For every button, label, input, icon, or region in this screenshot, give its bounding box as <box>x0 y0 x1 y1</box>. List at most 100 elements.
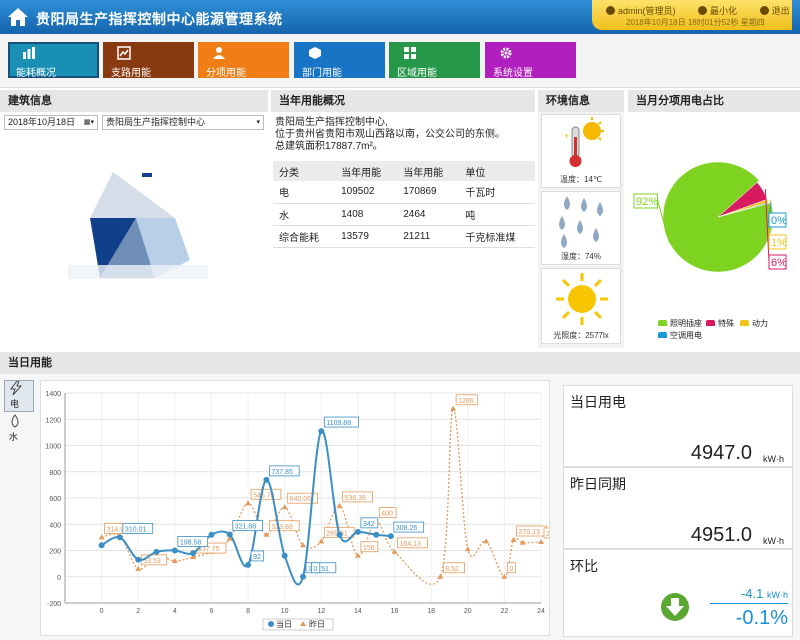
annual-title: 当年用能概况 <box>271 90 535 112</box>
data-label: 156 <box>363 545 375 552</box>
table-cell: 109502 <box>335 181 398 204</box>
nav-label: 能耗概况 <box>16 68 56 79</box>
annual-table: 分类 当年用能 当年用能 单位 电 109502 170869 千瓦时 水 14… <box>273 161 535 248</box>
building-select[interactable]: 贵阳局生产指挥控制中心 ▾ <box>102 115 264 130</box>
data-label: 270.13 <box>519 529 541 536</box>
monthly-split-panel: 92% 6% 1% 0% 照明插座 特殊 动力 空调用电 <box>628 112 800 348</box>
data-label: 1286 <box>458 398 474 405</box>
table-row: 电 109502 170869 千瓦时 <box>273 181 535 204</box>
chevron-down-icon: ▾ <box>256 119 260 126</box>
building-description: 贵阳局生产指挥控制中心, 位于贵州省贵阳市观山西路以南，公交公司的东侧。 总建筑… <box>275 117 505 152</box>
data-label: 321.88 <box>235 523 257 530</box>
data-label: 400 <box>381 511 393 518</box>
data-label: 323.88 <box>271 524 293 531</box>
minimize-link[interactable]: 最小化 <box>698 6 747 16</box>
user-box: admin(管理员) 最小化 退出 2018年10月18日 18时01分52秒 … <box>592 0 792 30</box>
date-picker[interactable]: 2018年10月18日 ▦▾ <box>4 115 98 130</box>
overview-icon <box>23 47 35 59</box>
data-point <box>208 531 215 538</box>
table-cell: 千瓦时 <box>459 181 535 204</box>
kpi-unit: kW·h <box>763 536 784 546</box>
nav-dept-energy[interactable]: 部门用能 <box>294 42 385 79</box>
grid-icon <box>404 47 416 59</box>
tab-water[interactable]: 水 <box>4 414 34 446</box>
table-row: 水 1408 2464 吨 <box>273 203 535 226</box>
kpi-yesterday-label: 昨日同期 <box>570 476 626 492</box>
table-row: 综合能耗 13579 21211 千克标准煤 <box>273 225 535 248</box>
main-nav: 能耗概况 支路用能 分项用能 部门用能 区域用能 系统设置 <box>0 34 800 88</box>
user-link[interactable]: admin(管理员) <box>606 6 686 16</box>
data-point <box>245 500 252 506</box>
data-point <box>226 531 233 538</box>
logout-link[interactable]: 退出 <box>759 6 800 16</box>
y-tick-label: 400 <box>49 522 61 529</box>
nav-label: 支路用能 <box>111 68 151 79</box>
x-tick-label: 8 <box>246 608 250 615</box>
table-cell: 吨 <box>459 203 535 226</box>
data-point <box>245 561 252 568</box>
pie-label: 6% <box>771 257 787 269</box>
legend-lighting: 照明插座 <box>658 318 702 329</box>
nav-item-energy[interactable]: 分项用能 <box>198 42 289 79</box>
legend-special: 特殊 <box>706 318 734 329</box>
daily-line-chart: -20002004006008001000120014000 2 4 6 8 10 12 14… <box>45 391 575 631</box>
y-tick-label: 800 <box>49 470 61 477</box>
legend-power: 动力 <box>740 318 768 329</box>
kpi-today: 当日用电 4947.0 kW·h <box>563 385 793 467</box>
table-cell: 综合能耗 <box>273 225 336 248</box>
x-tick-label: 16 <box>391 608 399 615</box>
y-tick-label: 200 <box>49 549 61 556</box>
kpi-yesterday: 昨日同期 4951.0 kW·h <box>563 467 793 549</box>
data-label: 310.01 <box>125 526 147 533</box>
kpi-yesterday-value: 4951.0 <box>690 524 752 546</box>
legend-swatch <box>658 332 667 338</box>
x-tick-label: 2 <box>136 608 140 615</box>
lightning-icon <box>10 380 23 396</box>
legend-label-today: 当日 <box>276 619 292 629</box>
humidity-card: 湿度：74% <box>541 191 621 265</box>
column-header: 分类 <box>273 161 336 181</box>
datetime: 2018年10月18日 18时01分52秒 星期四 <box>626 18 765 27</box>
building-info-title: 建筑信息 <box>0 90 268 112</box>
humidity-value: 湿度：74% <box>560 252 601 261</box>
legend-swatch <box>740 320 749 326</box>
tab-electricity[interactable]: 电 <box>4 380 34 412</box>
data-label: 308.26 <box>396 525 418 532</box>
data-label: 0 <box>509 566 513 573</box>
nav-branch-energy[interactable]: 支路用能 <box>103 42 194 79</box>
pie-chart: 92% 6% 1% 0% <box>633 161 787 273</box>
kpi-ratio: 环比 -4.1 kW·h -0.1% <box>563 549 793 637</box>
data-point <box>153 548 160 555</box>
svg-text:+: + <box>564 131 569 141</box>
table-cell: 1408 <box>335 203 398 226</box>
data-label: 536.36 <box>345 495 367 502</box>
minimize-icon <box>698 6 708 15</box>
nav-energy-overview[interactable]: 能耗概况 <box>8 42 99 79</box>
table-cell: 21211 <box>397 225 460 248</box>
table-cell: 电 <box>273 181 336 204</box>
nav-area-energy[interactable]: 区域用能 <box>389 42 480 79</box>
home-icon[interactable] <box>7 7 29 27</box>
data-point <box>300 573 306 580</box>
data-point <box>336 502 343 508</box>
data-label: 164.13 <box>400 541 422 548</box>
data-label: 1109.88 <box>326 420 351 427</box>
water-drop-icon <box>11 414 19 428</box>
nav-label: 区域用能 <box>397 68 437 79</box>
legend-label-yesterday: 昨日 <box>309 619 325 629</box>
x-tick-label: 20 <box>464 608 472 615</box>
nav-label: 系统设置 <box>493 68 533 79</box>
branch-chart-icon <box>117 46 131 60</box>
illuminance-card: 光照度：2577lx <box>541 268 621 344</box>
water-drops-icon <box>559 196 603 248</box>
thermometer-sun-icon: + <box>564 117 604 167</box>
pie-label: 92% <box>636 196 658 208</box>
pie-label: 1% <box>771 237 787 249</box>
top-header: 贵阳局生产指挥控制中心能源管理系统 admin(管理员) 最小化 退出 2018… <box>0 0 800 34</box>
sun-icon <box>556 273 608 325</box>
data-label: 8.52 <box>445 566 459 573</box>
column-header: 单位 <box>459 161 535 181</box>
nav-system-settings[interactable]: 系统设置 <box>485 42 576 79</box>
illuminance-value: 光照度：2577lx <box>553 331 609 340</box>
arrow-down-icon <box>661 593 689 621</box>
